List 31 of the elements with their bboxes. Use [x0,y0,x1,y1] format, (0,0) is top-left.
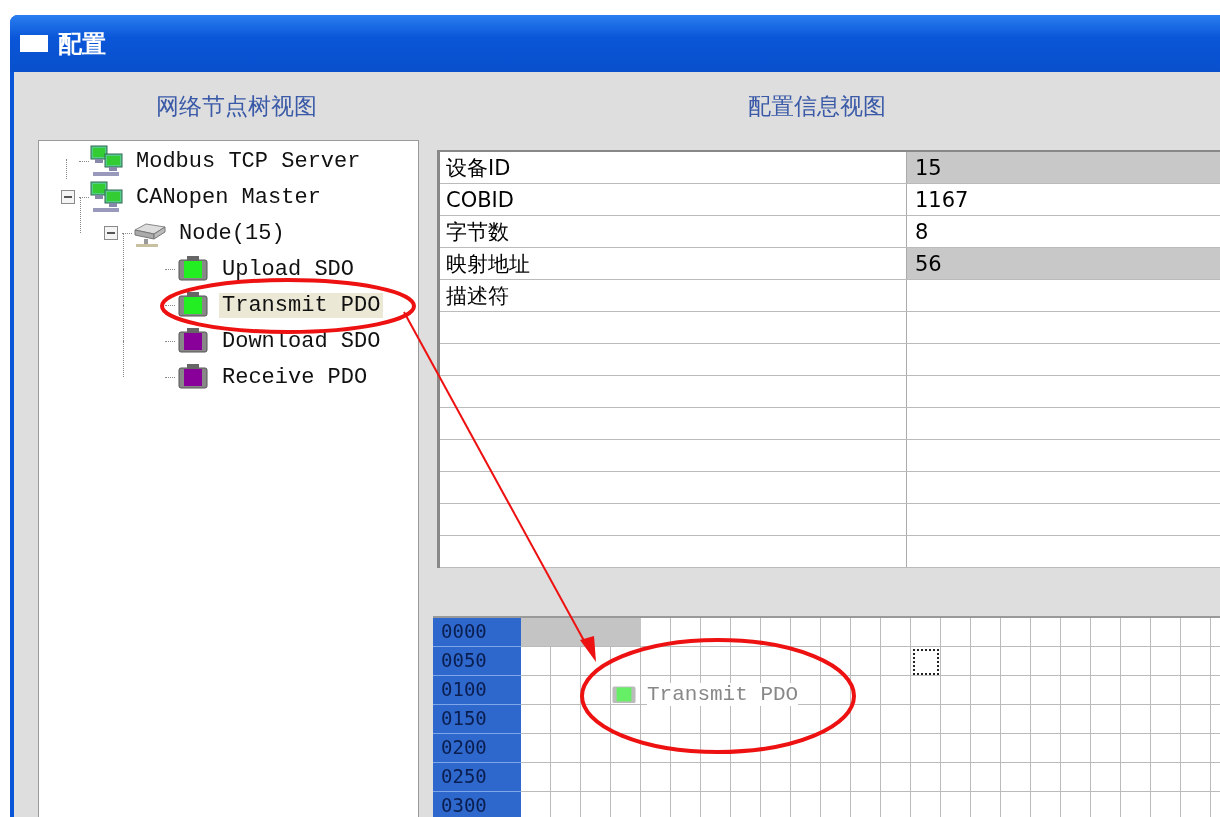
address-label: 0150 [433,705,521,734]
collapse-icon[interactable] [61,190,75,204]
address-label: 0200 [433,734,521,763]
tree-item[interactable]: Node(15) [176,220,288,246]
selection-cursor [913,649,939,675]
tree-item[interactable]: Receive PDO [219,364,371,390]
address-label: 0250 [433,763,521,792]
network-computers-icon [89,144,125,178]
address-label: 0100 [433,676,521,705]
table-cell-text: 1167 [914,186,970,214]
tree-item[interactable]: Modbus TCP Server [133,148,364,174]
panel-heading: 配置信息视图 [747,91,887,121]
network-computers-icon [89,180,125,214]
address-label: 0050 [433,647,521,676]
address-label: 0000 [433,618,521,647]
table-cell-text: 8 [914,218,930,246]
window-title: 配置 [58,28,106,60]
panel-heading: 网络节点树视图 [155,91,318,121]
table-cell: 15 [907,152,1220,183]
window-icon [20,35,48,52]
collapse-icon[interactable] [104,226,118,240]
tree-item[interactable]: Upload SDO [219,256,358,282]
tree-item[interactable]: Download SDO [219,328,384,354]
table-cell: COBID [440,184,907,215]
tree-item[interactable]: Transmit PDO [219,292,384,318]
table-cell: 56 [907,248,1220,279]
address-label: 0300 [433,792,521,817]
tree-item[interactable]: CANopen Master [133,184,324,210]
table-cell: 描述符 [440,280,907,311]
dragged-item-label: Transmit PDO [647,682,799,706]
table-cell: 字节数 [440,216,907,247]
